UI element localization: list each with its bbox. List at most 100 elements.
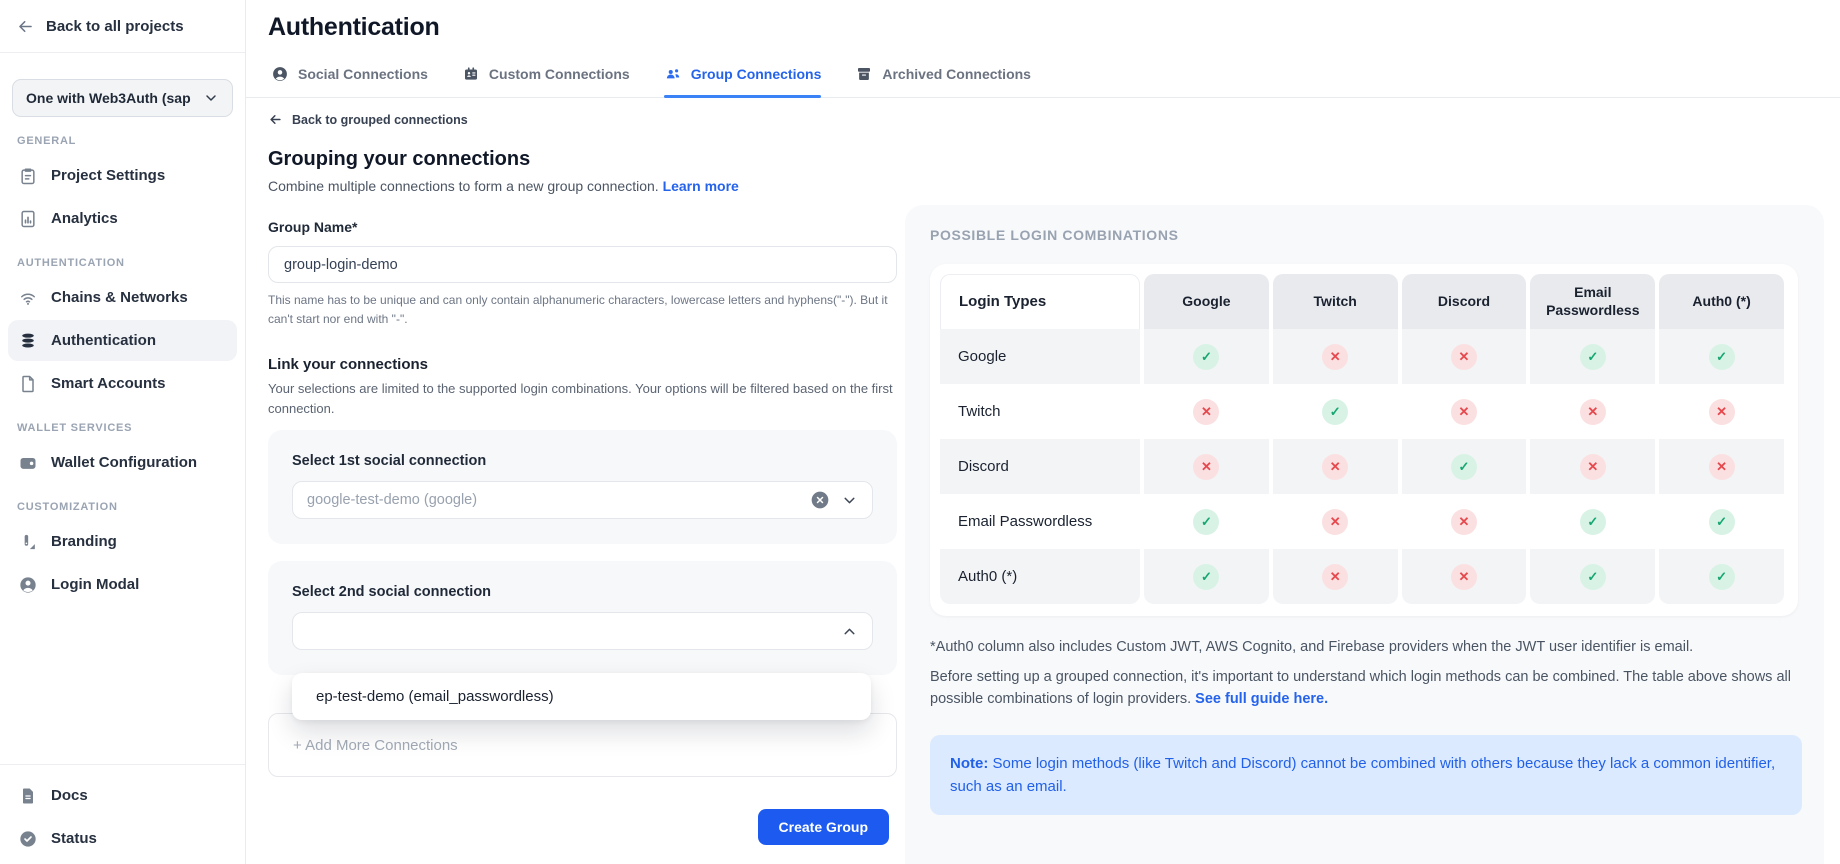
- users-icon: [664, 65, 682, 83]
- group-name-label: Group Name*: [268, 219, 897, 235]
- sidebar-item-smart-accounts[interactable]: Smart Accounts: [8, 363, 237, 404]
- group-name-helper: This name has to be unique and can only …: [268, 291, 897, 328]
- combinations-table: Login TypesGoogleTwitchDiscordEmail Pass…: [940, 274, 1788, 604]
- second-connection-card: Select 2nd social connection: [268, 561, 897, 675]
- dropdown-option-ep-test-demo[interactable]: ep-test-demo (email_passwordless): [292, 686, 871, 707]
- sidebar-item-label: Project Settings: [51, 167, 165, 184]
- table-corner-header: Login Types: [940, 274, 1140, 329]
- sidebar-item-login-modal[interactable]: Login Modal: [8, 564, 237, 605]
- badge-icon: [462, 65, 480, 83]
- table-row-label-email-passwordless: Email Passwordless: [940, 494, 1140, 549]
- sidebar-section-customization: CUSTOMIZATION: [0, 501, 245, 513]
- sidebar-item-wallet-configuration[interactable]: Wallet Configuration: [8, 442, 237, 483]
- table-cell-google-email-passwordless: ✓: [1530, 329, 1655, 384]
- note-text: Some login methods (like Twitch and Disc…: [950, 755, 1775, 795]
- table-cell-twitch-twitch: ✓: [1273, 384, 1398, 439]
- create-group-button[interactable]: Create Group: [758, 809, 889, 845]
- check-circle-icon: [18, 829, 38, 849]
- table-cell-email-passwordless-twitch: ✕: [1273, 494, 1398, 549]
- sidebar-item-label: Analytics: [51, 210, 118, 227]
- table-cell-discord-email-passwordless: ✕: [1530, 439, 1655, 494]
- cross-icon: ✕: [1580, 454, 1606, 480]
- table-column-header-google: Google: [1144, 274, 1269, 329]
- chevron-up-icon: [841, 623, 858, 640]
- form-heading: Grouping your connections: [268, 148, 897, 171]
- sidebar-item-docs[interactable]: Docs: [8, 775, 237, 816]
- table-row-label-google: Google: [940, 329, 1140, 384]
- sidebar-footer: Docs Status: [0, 764, 245, 861]
- first-connection-value: google-test-demo (google): [307, 492, 799, 508]
- table-cell-discord-google: ✕: [1144, 439, 1269, 494]
- cross-icon: ✕: [1451, 509, 1477, 535]
- table-cell-twitch-google: ✕: [1144, 384, 1269, 439]
- table-cell-google-discord: ✕: [1402, 329, 1527, 384]
- cross-icon: ✕: [1451, 564, 1477, 590]
- sidebar-item-status[interactable]: Status: [8, 818, 237, 859]
- sidebar-item-project-settings[interactable]: Project Settings: [8, 155, 237, 196]
- sidebar-section-general: GENERAL: [0, 135, 245, 147]
- sidebar-item-label: Login Modal: [51, 576, 139, 593]
- sidebar-section-wallet-services: WALLET SERVICES: [0, 422, 245, 434]
- table-cell-email-passwordless-discord: ✕: [1402, 494, 1527, 549]
- back-to-projects-link[interactable]: Back to all projects: [0, 0, 245, 53]
- sidebar-item-chains-networks[interactable]: Chains & Networks: [8, 277, 237, 318]
- table-cell-twitch-email-passwordless: ✕: [1530, 384, 1655, 439]
- full-guide-link[interactable]: See full guide here.: [1195, 691, 1328, 707]
- check-icon: ✓: [1580, 344, 1606, 370]
- tab-label: Archived Connections: [882, 66, 1031, 82]
- login-combinations-panel: POSSIBLE LOGIN COMBINATIONS Login TypesG…: [905, 205, 1824, 864]
- sidebar-item-label: Authentication: [51, 332, 156, 349]
- table-column-header-discord: Discord: [1402, 274, 1527, 329]
- sidebar-item-analytics[interactable]: Analytics: [8, 198, 237, 239]
- check-icon: ✓: [1193, 509, 1219, 535]
- web3auth-dashboard: Back to all projects One with Web3Auth (…: [0, 0, 1840, 864]
- note-box: Note: Some login methods (like Twitch an…: [930, 735, 1802, 816]
- sidebar-item-authentication[interactable]: Authentication: [8, 320, 237, 361]
- table-cell-discord-discord: ✓: [1402, 439, 1527, 494]
- sidebar-item-label: Smart Accounts: [51, 375, 165, 392]
- table-cell-auth0-twitch: ✕: [1273, 549, 1398, 604]
- learn-more-link[interactable]: Learn more: [663, 178, 739, 194]
- sidebar-item-label: Chains & Networks: [51, 289, 188, 306]
- cross-icon: ✕: [1322, 564, 1348, 590]
- table-cell-discord-twitch: ✕: [1273, 439, 1398, 494]
- tab-archived-connections[interactable]: Archived Connections: [855, 65, 1031, 97]
- first-connection-card: Select 1st social connection google-test…: [268, 430, 897, 544]
- combinations-card: Login TypesGoogleTwitchDiscordEmail Pass…: [930, 264, 1798, 616]
- cross-icon: ✕: [1322, 454, 1348, 480]
- submit-row: Create Group: [268, 809, 897, 845]
- clear-selection-icon[interactable]: [810, 490, 830, 510]
- sidebar-item-label: Branding: [51, 533, 117, 550]
- tab-social-connections[interactable]: Social Connections: [271, 65, 428, 97]
- first-connection-select[interactable]: google-test-demo (google): [292, 481, 873, 519]
- project-selector[interactable]: One with Web3Auth (sap: [12, 79, 233, 117]
- table-cell-google-google: ✓: [1144, 329, 1269, 384]
- auth0-footnote: *Auth0 column also includes Custom JWT, …: [930, 639, 1799, 655]
- cross-icon: ✕: [1193, 454, 1219, 480]
- table-cell-auth0-email-passwordless: ✓: [1530, 549, 1655, 604]
- table-cell-auth0-auth0: ✓: [1659, 549, 1784, 604]
- sidebar-nav: GENERAL Project Settings AnalyticsAUTHEN…: [0, 135, 245, 605]
- add-more-connections-button[interactable]: + Add More Connections: [268, 713, 897, 777]
- back-to-grouped-connections-link[interactable]: Back to grouped connections: [268, 112, 897, 127]
- table-cell-email-passwordless-auth0: ✓: [1659, 494, 1784, 549]
- check-icon: ✓: [1580, 509, 1606, 535]
- group-name-input[interactable]: [268, 246, 897, 283]
- cross-icon: ✕: [1451, 344, 1477, 370]
- table-cell-email-passwordless-email-passwordless: ✓: [1530, 494, 1655, 549]
- table-cell-twitch-discord: ✕: [1402, 384, 1527, 439]
- brush-icon: [18, 532, 38, 552]
- second-connection-select[interactable]: [292, 612, 873, 650]
- stack-icon: [18, 331, 38, 351]
- tab-group-connections[interactable]: Group Connections: [664, 65, 822, 97]
- check-icon: ✓: [1709, 509, 1735, 535]
- cross-icon: ✕: [1322, 344, 1348, 370]
- cross-icon: ✕: [1193, 399, 1219, 425]
- chart-icon: [18, 209, 38, 229]
- cross-icon: ✕: [1709, 399, 1735, 425]
- sidebar-item-label: Docs: [51, 787, 88, 804]
- sidebar-item-branding[interactable]: Branding: [8, 521, 237, 562]
- back-link-label: Back to grouped connections: [292, 113, 468, 127]
- tab-custom-connections[interactable]: Custom Connections: [462, 65, 630, 97]
- table-cell-discord-auth0: ✕: [1659, 439, 1784, 494]
